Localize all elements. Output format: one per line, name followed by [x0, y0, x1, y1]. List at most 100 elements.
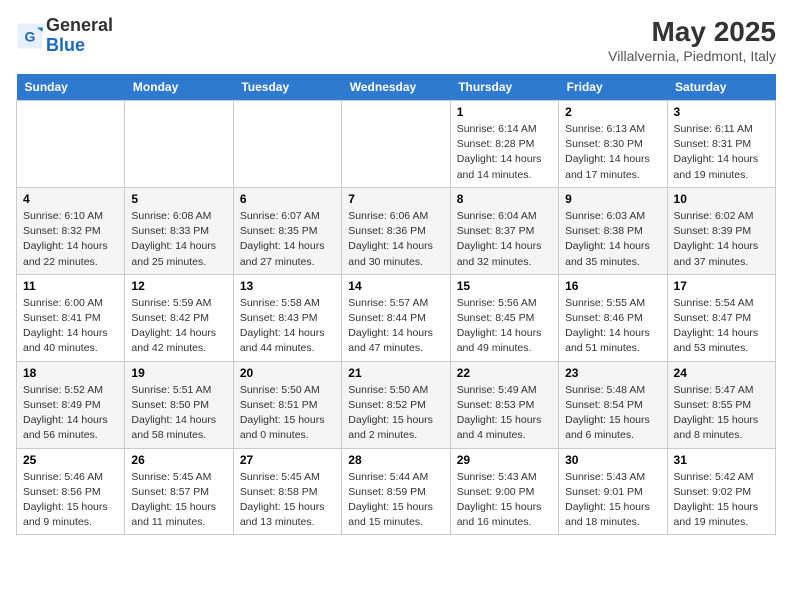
calendar-cell [125, 101, 233, 188]
location: Villalvernia, Piedmont, Italy [608, 48, 776, 64]
day-number: 17 [674, 279, 769, 293]
day-number: 6 [240, 192, 335, 206]
logo-icon: G [16, 22, 44, 50]
day-number: 5 [131, 192, 226, 206]
calendar-cell: 22Sunrise: 5:49 AM Sunset: 8:53 PM Dayli… [450, 361, 558, 448]
calendar-cell: 12 Sunrise: 5:59 AM Sunset: 8:42 PM Dayli… [125, 274, 233, 361]
day-number: 26 [131, 453, 226, 467]
calendar-cell: 19Sunrise: 5:51 AM Sunset: 8:50 PM Dayli… [125, 361, 233, 448]
day-number: 18 [23, 366, 118, 380]
week-row: 18 Sunrise: 5:52 AM Sunset: 8:49 PM Dayli… [17, 361, 776, 448]
day-number: 19 [131, 366, 226, 380]
day-number: 11 [23, 279, 118, 293]
day-content: Sunrise: 5:57 AM Sunset: 8:44 PM Dayligh… [348, 296, 443, 357]
calendar-cell: 29Sunrise: 5:43 AM Sunset: 9:00 PM Dayli… [450, 448, 558, 535]
column-header-thursday: Thursday [450, 74, 558, 101]
day-number: 4 [23, 192, 118, 206]
day-number: 9 [565, 192, 660, 206]
day-number: 28 [348, 453, 443, 467]
calendar-cell: 24Sunrise: 5:47 AM Sunset: 8:55 PM Dayli… [667, 361, 775, 448]
day-content: Sunrise: 5:59 AM Sunset: 8:42 PM Dayligh… [131, 296, 226, 357]
logo: G General Blue [16, 16, 113, 56]
day-number: 12 [131, 279, 226, 293]
week-row: 11 Sunrise: 6:00 AM Sunset: 8:41 PM Dayli… [17, 274, 776, 361]
day-content: Sunrise: 5:43 AM Sunset: 9:01 PM Dayligh… [565, 470, 660, 531]
calendar-cell: 8 Sunrise: 6:04 AM Sunset: 8:37 PM Daylig… [450, 187, 558, 274]
day-content: Sunrise: 6:04 AM Sunset: 8:37 PM Dayligh… [457, 209, 552, 270]
calendar-cell: 30 Sunrise: 5:43 AM Sunset: 9:01 PM Dayli… [559, 448, 667, 535]
calendar-cell: 28 Sunrise: 5:44 AM Sunset: 8:59 PM Dayli… [342, 448, 450, 535]
column-header-sunday: Sunday [17, 74, 125, 101]
day-content: Sunrise: 5:44 AM Sunset: 8:59 PM Dayligh… [348, 470, 443, 531]
day-number: 29 [457, 453, 552, 467]
day-content: Sunrise: 5:52 AM Sunset: 8:49 PM Dayligh… [23, 383, 118, 444]
day-number: 10 [674, 192, 769, 206]
calendar-cell: 6 Sunrise: 6:07 AM Sunset: 8:35 PM Daylig… [233, 187, 341, 274]
calendar-cell: 16 Sunrise: 5:55 AM Sunset: 8:46 PM Dayli… [559, 274, 667, 361]
day-content: Sunrise: 6:13 AM Sunset: 8:30 PM Dayligh… [565, 122, 660, 183]
calendar-cell: 14 Sunrise: 5:57 AM Sunset: 8:44 PM Dayli… [342, 274, 450, 361]
week-row: 25Sunrise: 5:46 AM Sunset: 8:56 PM Dayli… [17, 448, 776, 535]
calendar-cell: 9 Sunrise: 6:03 AM Sunset: 8:38 PM Daylig… [559, 187, 667, 274]
day-number: 8 [457, 192, 552, 206]
calendar-cell: 20Sunrise: 5:50 AM Sunset: 8:51 PM Dayli… [233, 361, 341, 448]
logo-general: General [46, 15, 113, 35]
day-number: 3 [674, 105, 769, 119]
title-area: May 2025 Villalvernia, Piedmont, Italy [608, 16, 776, 64]
day-number: 21 [348, 366, 443, 380]
header-row: SundayMondayTuesdayWednesdayThursdayFrid… [17, 74, 776, 101]
day-content: Sunrise: 5:46 AM Sunset: 8:56 PM Dayligh… [23, 470, 118, 531]
calendar-cell [342, 101, 450, 188]
calendar-cell [17, 101, 125, 188]
calendar-cell: 15Sunrise: 5:56 AM Sunset: 8:45 PM Dayli… [450, 274, 558, 361]
day-content: Sunrise: 6:02 AM Sunset: 8:39 PM Dayligh… [674, 209, 769, 270]
logo-blue: Blue [46, 35, 85, 55]
day-content: Sunrise: 6:07 AM Sunset: 8:35 PM Dayligh… [240, 209, 335, 270]
day-content: Sunrise: 5:58 AM Sunset: 8:43 PM Dayligh… [240, 296, 335, 357]
day-number: 24 [674, 366, 769, 380]
calendar-cell: 18 Sunrise: 5:52 AM Sunset: 8:49 PM Dayli… [17, 361, 125, 448]
day-content: Sunrise: 5:54 AM Sunset: 8:47 PM Dayligh… [674, 296, 769, 357]
calendar-cell: 1Sunrise: 6:14 AM Sunset: 8:28 PM Daylig… [450, 101, 558, 188]
day-number: 20 [240, 366, 335, 380]
day-content: Sunrise: 5:42 AM Sunset: 9:02 PM Dayligh… [674, 470, 769, 531]
day-content: Sunrise: 5:50 AM Sunset: 8:52 PM Dayligh… [348, 383, 443, 444]
week-row: 1Sunrise: 6:14 AM Sunset: 8:28 PM Daylig… [17, 101, 776, 188]
day-number: 30 [565, 453, 660, 467]
day-number: 2 [565, 105, 660, 119]
calendar-cell: 13Sunrise: 5:58 AM Sunset: 8:43 PM Dayli… [233, 274, 341, 361]
calendar-cell: 26 Sunrise: 5:45 AM Sunset: 8:57 PM Dayli… [125, 448, 233, 535]
day-number: 7 [348, 192, 443, 206]
calendar-cell: 5 Sunrise: 6:08 AM Sunset: 8:33 PM Daylig… [125, 187, 233, 274]
day-content: Sunrise: 5:49 AM Sunset: 8:53 PM Dayligh… [457, 383, 552, 444]
calendar-cell: 3Sunrise: 6:11 AM Sunset: 8:31 PM Daylig… [667, 101, 775, 188]
column-header-friday: Friday [559, 74, 667, 101]
day-number: 14 [348, 279, 443, 293]
calendar-cell: 7 Sunrise: 6:06 AM Sunset: 8:36 PM Daylig… [342, 187, 450, 274]
calendar-table: SundayMondayTuesdayWednesdayThursdayFrid… [16, 74, 776, 535]
calendar-cell: 4 Sunrise: 6:10 AM Sunset: 8:32 PM Daylig… [17, 187, 125, 274]
calendar-cell: 27Sunrise: 5:45 AM Sunset: 8:58 PM Dayli… [233, 448, 341, 535]
day-content: Sunrise: 6:08 AM Sunset: 8:33 PM Dayligh… [131, 209, 226, 270]
day-content: Sunrise: 5:55 AM Sunset: 8:46 PM Dayligh… [565, 296, 660, 357]
day-content: Sunrise: 6:03 AM Sunset: 8:38 PM Dayligh… [565, 209, 660, 270]
column-header-wednesday: Wednesday [342, 74, 450, 101]
calendar-cell: 17 Sunrise: 5:54 AM Sunset: 8:47 PM Dayli… [667, 274, 775, 361]
day-number: 23 [565, 366, 660, 380]
column-header-saturday: Saturday [667, 74, 775, 101]
day-content: Sunrise: 6:06 AM Sunset: 8:36 PM Dayligh… [348, 209, 443, 270]
day-content: Sunrise: 6:00 AM Sunset: 8:41 PM Dayligh… [23, 296, 118, 357]
day-content: Sunrise: 6:14 AM Sunset: 8:28 PM Dayligh… [457, 122, 552, 183]
logo-text: General Blue [46, 16, 113, 56]
day-number: 16 [565, 279, 660, 293]
calendar-cell: 10 Sunrise: 6:02 AM Sunset: 8:39 PM Dayli… [667, 187, 775, 274]
day-number: 15 [457, 279, 552, 293]
calendar-cell: 23Sunrise: 5:48 AM Sunset: 8:54 PM Dayli… [559, 361, 667, 448]
calendar-cell [233, 101, 341, 188]
svg-text:G: G [25, 28, 36, 44]
day-content: Sunrise: 5:45 AM Sunset: 8:57 PM Dayligh… [131, 470, 226, 531]
week-row: 4 Sunrise: 6:10 AM Sunset: 8:32 PM Daylig… [17, 187, 776, 274]
column-header-tuesday: Tuesday [233, 74, 341, 101]
day-content: Sunrise: 6:10 AM Sunset: 8:32 PM Dayligh… [23, 209, 118, 270]
page-header: G General Blue May 2025 Villalvernia, Pi… [16, 16, 776, 64]
